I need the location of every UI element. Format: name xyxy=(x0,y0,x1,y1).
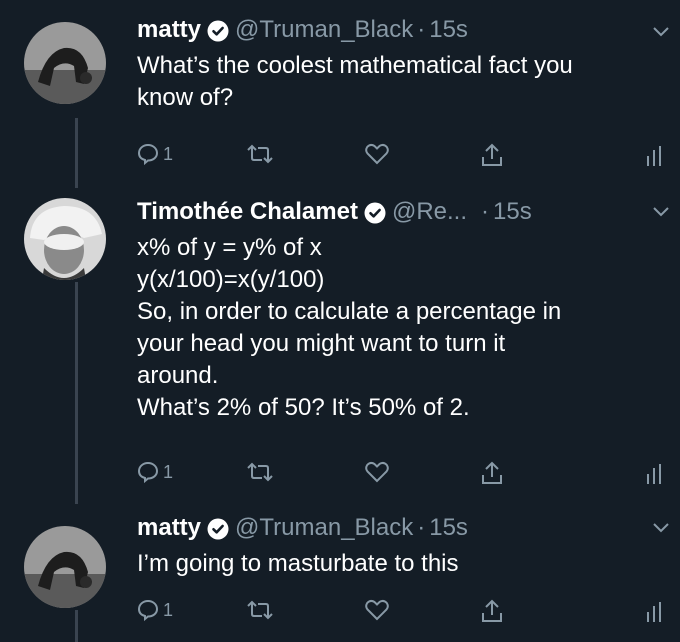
share-button[interactable] xyxy=(480,598,504,624)
timestamp[interactable]: 15s xyxy=(493,198,532,226)
reply-count: 1 xyxy=(163,599,174,620)
verified-badge-icon xyxy=(364,202,386,224)
retweet-button[interactable] xyxy=(246,460,274,484)
author-name[interactable]: Timothée Chalamet xyxy=(137,198,358,226)
avatar[interactable] xyxy=(24,526,106,608)
verified-badge-icon xyxy=(207,20,229,42)
share-icon xyxy=(482,461,502,484)
chevron-down-icon[interactable] xyxy=(652,26,670,38)
reply-icon xyxy=(137,143,159,166)
timestamp[interactable]: 15s xyxy=(429,16,468,44)
share-button[interactable] xyxy=(480,460,504,486)
author-name[interactable]: matty xyxy=(137,16,201,44)
retweet-button[interactable] xyxy=(246,598,274,622)
author-handle[interactable]: @Truman_Black xyxy=(235,514,413,542)
verified-badge-icon xyxy=(207,518,229,540)
tweet-text-line: know of? xyxy=(137,84,234,111)
avatar[interactable] xyxy=(24,198,106,280)
separator: · xyxy=(417,514,426,541)
reply-icon xyxy=(137,599,159,622)
analytics-icon xyxy=(647,464,661,484)
like-button[interactable] xyxy=(364,460,390,484)
share-icon xyxy=(482,599,502,622)
heart-icon xyxy=(365,143,389,165)
retweet-icon xyxy=(247,462,273,482)
tweet-text-line: What’s 2% of 50? It’s 50% of 2. xyxy=(137,394,470,421)
author-handle[interactable]: @Truman_Black xyxy=(235,16,413,44)
tweet-text: What’s the coolest mathematical fact you… xyxy=(137,50,667,114)
tweet-header: matty @Truman_Black · 15s xyxy=(137,514,468,542)
chevron-down-icon[interactable] xyxy=(652,206,670,218)
tweet-actions: 1 xyxy=(0,598,680,626)
share-button[interactable] xyxy=(480,142,504,168)
author-handle[interactable]: @Re... xyxy=(392,198,467,226)
retweet-icon xyxy=(247,144,273,164)
avatar[interactable] xyxy=(24,22,106,104)
timestamp[interactable]: 15s xyxy=(429,514,468,542)
reply-button[interactable]: 1 xyxy=(136,142,173,166)
reply-count: 1 xyxy=(163,143,174,164)
reply-count: 1 xyxy=(163,461,174,482)
heart-icon xyxy=(365,461,389,483)
reply-button[interactable]: 1 xyxy=(136,460,173,484)
analytics-button[interactable] xyxy=(646,460,664,486)
like-button[interactable] xyxy=(364,598,390,622)
tweet-text-line: y(x/100)=x(y/100) xyxy=(137,266,325,293)
retweet-button[interactable] xyxy=(246,142,274,166)
author-name[interactable]: matty xyxy=(137,514,201,542)
analytics-icon xyxy=(647,602,661,622)
analytics-button[interactable] xyxy=(646,142,664,168)
tweet[interactable]: matty @Truman_Black · 15s What’s the coo… xyxy=(0,0,680,190)
separator: · xyxy=(417,16,426,43)
tweet-actions: 1 xyxy=(0,460,680,488)
tweet-text-line: So, in order to calculate a percentage i… xyxy=(137,298,562,325)
tweet-header: matty @Truman_Black · 15s xyxy=(137,16,468,44)
tweet-text: x% of y = y% of x y(x/100)=x(y/100) So, … xyxy=(137,232,667,424)
tweet-text-line: x% of y = y% of x xyxy=(137,234,322,261)
tweet[interactable]: Timothée Chalamet @Re... · 15s x% of y =… xyxy=(0,190,680,502)
analytics-button[interactable] xyxy=(646,598,664,624)
tweet-text-line: What’s the coolest mathematical fact you xyxy=(137,52,573,79)
tweet-text-line: your head you might want to turn it xyxy=(137,330,506,357)
tweet-text: I’m going to masturbate to this xyxy=(137,548,667,580)
like-button[interactable] xyxy=(364,142,390,166)
tweet[interactable]: matty @Truman_Black · 15s I’m going to m… xyxy=(0,502,680,642)
chevron-down-icon[interactable] xyxy=(652,522,670,534)
heart-icon xyxy=(365,599,389,621)
retweet-icon xyxy=(247,600,273,620)
separator: · xyxy=(481,198,489,225)
tweet-text-line: around. xyxy=(137,362,219,389)
reply-button[interactable]: 1 xyxy=(136,598,173,622)
tweet-actions: 1 xyxy=(0,142,680,170)
share-icon xyxy=(482,143,502,166)
analytics-icon xyxy=(647,146,661,166)
reply-icon xyxy=(137,461,159,484)
tweet-header: Timothée Chalamet @Re... · 15s xyxy=(137,198,532,226)
tweet-text-line: I’m going to masturbate to this xyxy=(137,550,459,577)
